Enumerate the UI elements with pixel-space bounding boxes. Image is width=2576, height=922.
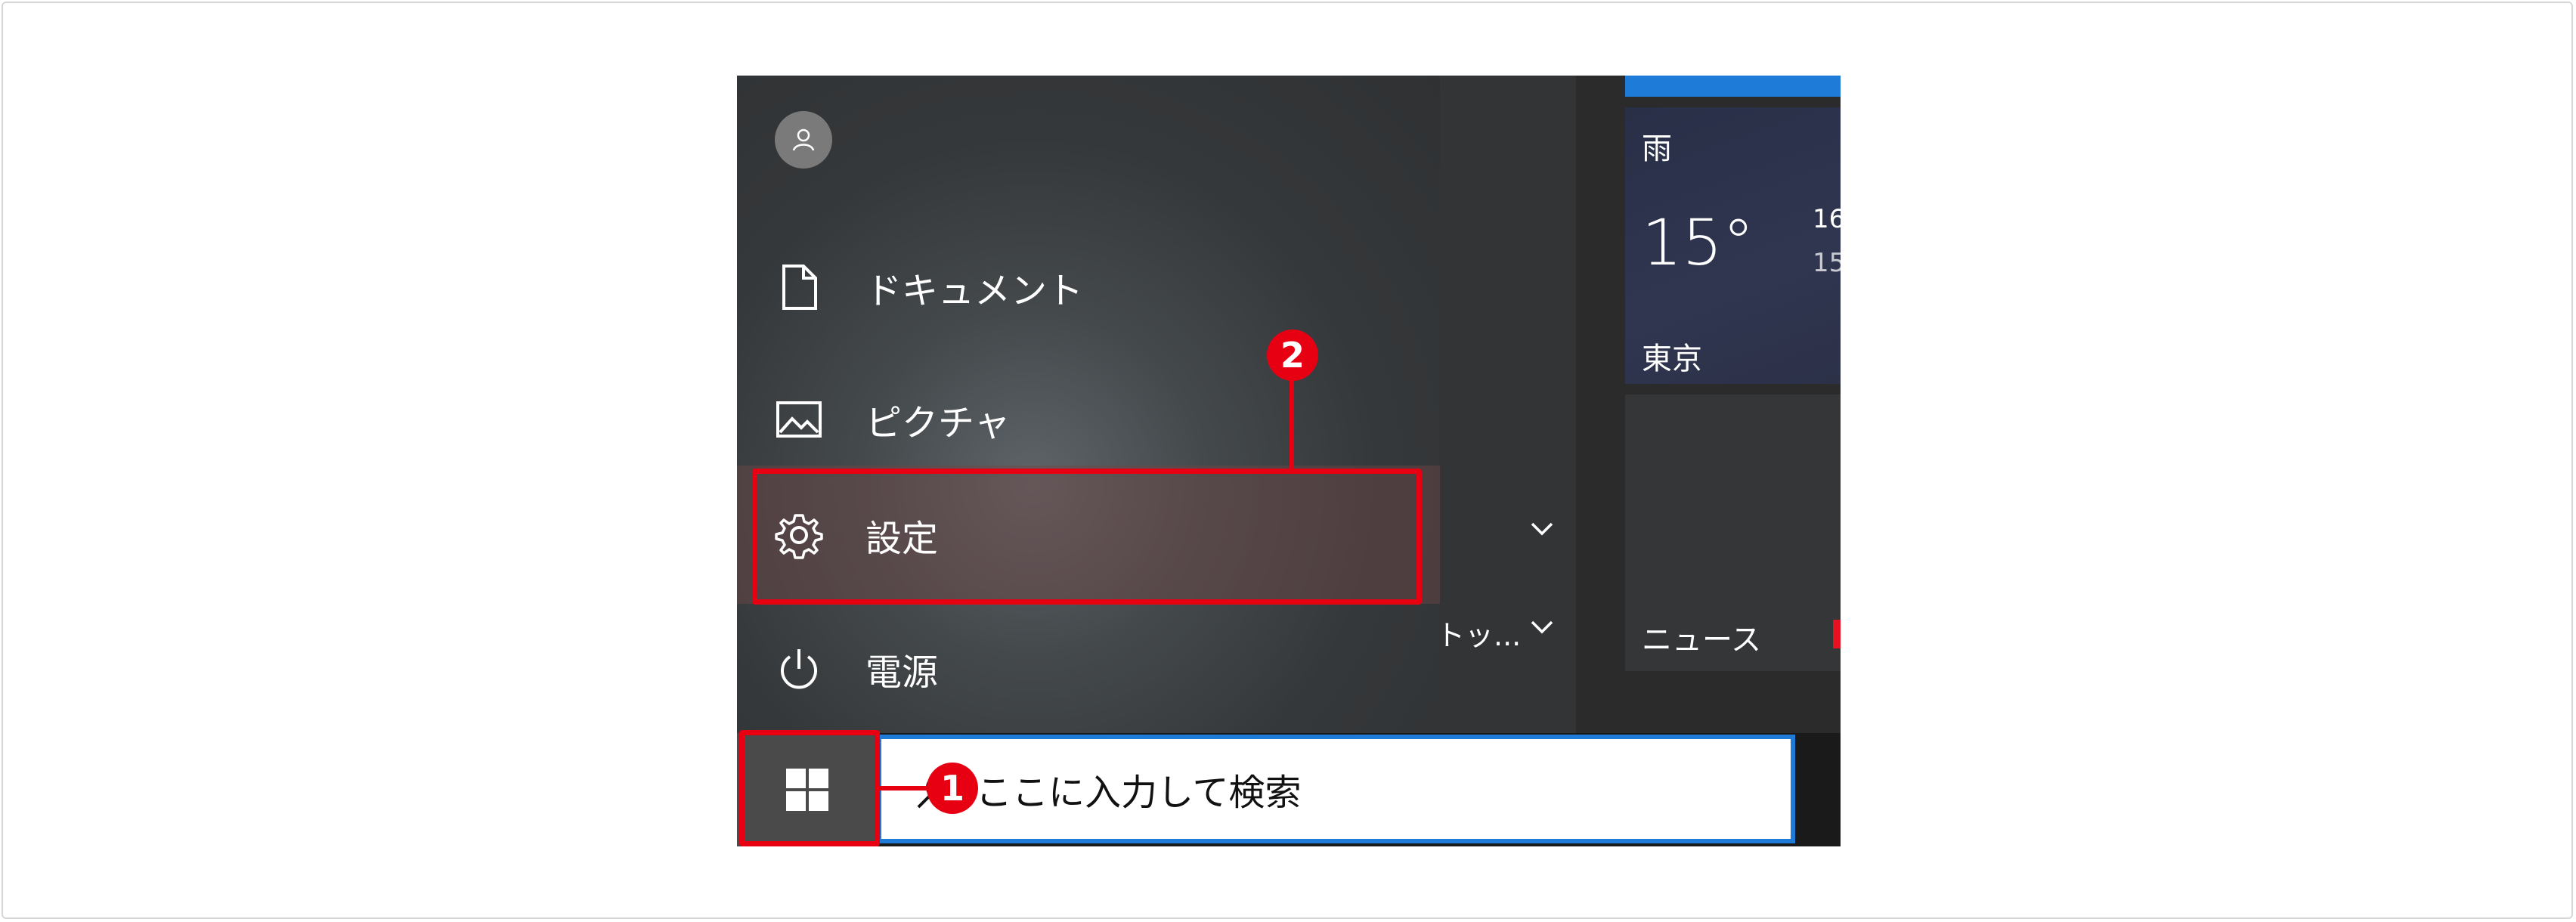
expand-group-button[interactable] (1527, 514, 1557, 544)
chevron-down-icon (1531, 522, 1553, 536)
weather-tile[interactable]: 雨 15° 16 15 東京 (1625, 107, 1841, 384)
search-box[interactable]: ここに入力して検索 (877, 735, 1795, 843)
document-icon (775, 263, 823, 311)
menu-item-label: ピクチャ (865, 402, 1011, 444)
weather-high: 16 (1813, 204, 1841, 234)
menu-item-label: 電源 (865, 651, 939, 694)
menu-item-documents[interactable]: ドキュメント (737, 223, 1440, 351)
callout-2-leader (1290, 378, 1294, 469)
menu-item-pictures[interactable]: ピクチャ (737, 355, 1440, 484)
search-placeholder: ここに入力して検索 (976, 772, 1302, 814)
weather-low: 15 (1813, 248, 1841, 278)
chevron-down-icon (1531, 620, 1553, 634)
user-icon (792, 128, 815, 151)
news-label: ニュース (1642, 623, 1761, 657)
tile-top-strip (1625, 76, 1841, 97)
callout-2-badge: 2 (1267, 330, 1318, 381)
callout-2-highlight (752, 469, 1422, 605)
callout-1-badge: 1 (927, 763, 978, 814)
news-tile[interactable]: ニュース (1625, 394, 1841, 671)
picture-icon (775, 395, 823, 444)
news-accent (1833, 620, 1841, 648)
weather-temperature: 15° (1642, 206, 1754, 280)
menu-item-label: ドキュメント (865, 270, 1084, 312)
weather-city: 東京 (1642, 342, 1702, 376)
account-button[interactable] (775, 111, 832, 169)
power-icon (775, 645, 823, 693)
menu-item-power[interactable]: 電源 (737, 605, 1440, 733)
start-menu-screenshot: ドキュメント ピクチャ 設定 電源 トッ... 雨 15° 16 15 東京 ニ… (737, 76, 1841, 846)
weather-condition: 雨 (1642, 131, 1672, 166)
expand-group-button[interactable] (1527, 612, 1557, 642)
callout-1-leader (880, 786, 927, 791)
callout-1-highlight (739, 730, 880, 846)
app-group-label[interactable]: トッ... (1436, 612, 1521, 654)
